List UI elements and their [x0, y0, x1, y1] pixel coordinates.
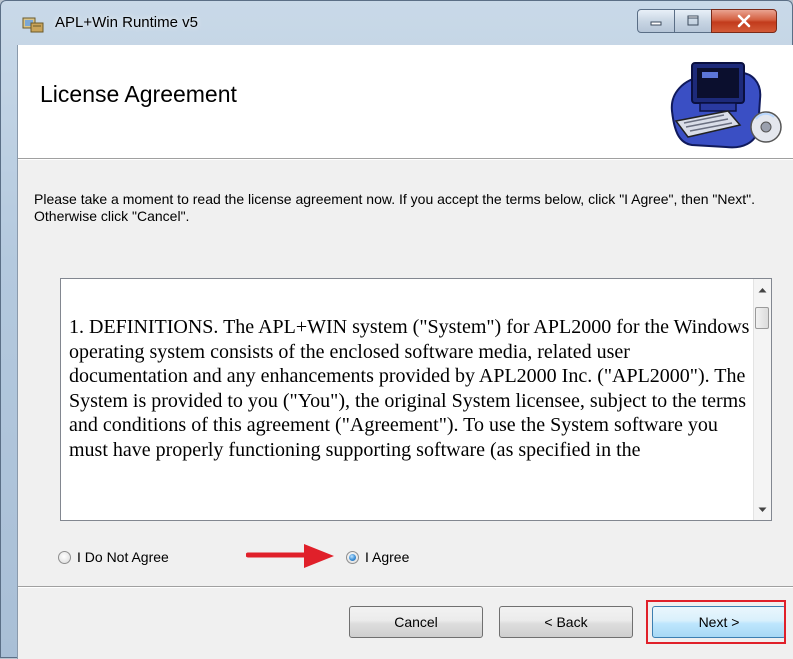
minimize-icon — [650, 21, 662, 26]
radio-i-do-not-agree[interactable]: I Do Not Agree — [58, 549, 169, 565]
maximize-icon — [687, 15, 699, 26]
radio-i-agree[interactable]: I Agree — [346, 549, 409, 565]
instructions-text: Please take a moment to read the license… — [34, 191, 756, 224]
close-button[interactable] — [711, 9, 777, 33]
footer-divider-highlight — [18, 587, 793, 588]
minimize-button[interactable] — [637, 9, 675, 33]
dialog-body: License Agreement Please take a moment t… — [17, 45, 793, 659]
page-title: License Agreement — [40, 81, 237, 107]
maximize-button[interactable] — [674, 9, 712, 33]
scroll-up-button[interactable] — [754, 281, 771, 298]
next-button[interactable]: Next > — [652, 606, 786, 638]
radio-circle-unchecked[interactable] — [58, 550, 71, 564]
back-button[interactable]: < Back — [499, 606, 633, 638]
license-text-box[interactable]: 1. DEFINITIONS. The APL+WIN system ("Sys… — [60, 278, 772, 521]
scroll-down-button[interactable] — [754, 501, 771, 518]
scroll-up-arrow-icon — [758, 287, 767, 292]
scroll-thumb[interactable] — [755, 307, 769, 329]
installer-window: APL+Win Runtime v5 License Agreement Ple… — [0, 0, 793, 659]
installer-app-icon — [22, 17, 44, 33]
red-arrow-icon — [246, 544, 334, 568]
license-text: 1. DEFINITIONS. The APL+WIN system ("Sys… — [69, 316, 750, 461]
radio-label-agree: I Agree — [365, 549, 410, 565]
radio-label-disagree: I Do Not Agree — [77, 549, 169, 565]
radio-circle-checked[interactable] — [346, 550, 359, 564]
cancel-button[interactable]: Cancel — [349, 606, 483, 638]
close-icon — [737, 14, 751, 28]
window-title: APL+Win Runtime v5 — [55, 14, 198, 31]
header-banner: License Agreement — [18, 45, 793, 159]
title-bar[interactable]: APL+Win Runtime v5 — [1, 1, 792, 43]
header-divider — [18, 159, 793, 160]
license-scrollbar[interactable] — [753, 279, 771, 520]
computer-setup-icon — [670, 62, 782, 149]
scroll-down-arrow-icon — [758, 507, 767, 512]
